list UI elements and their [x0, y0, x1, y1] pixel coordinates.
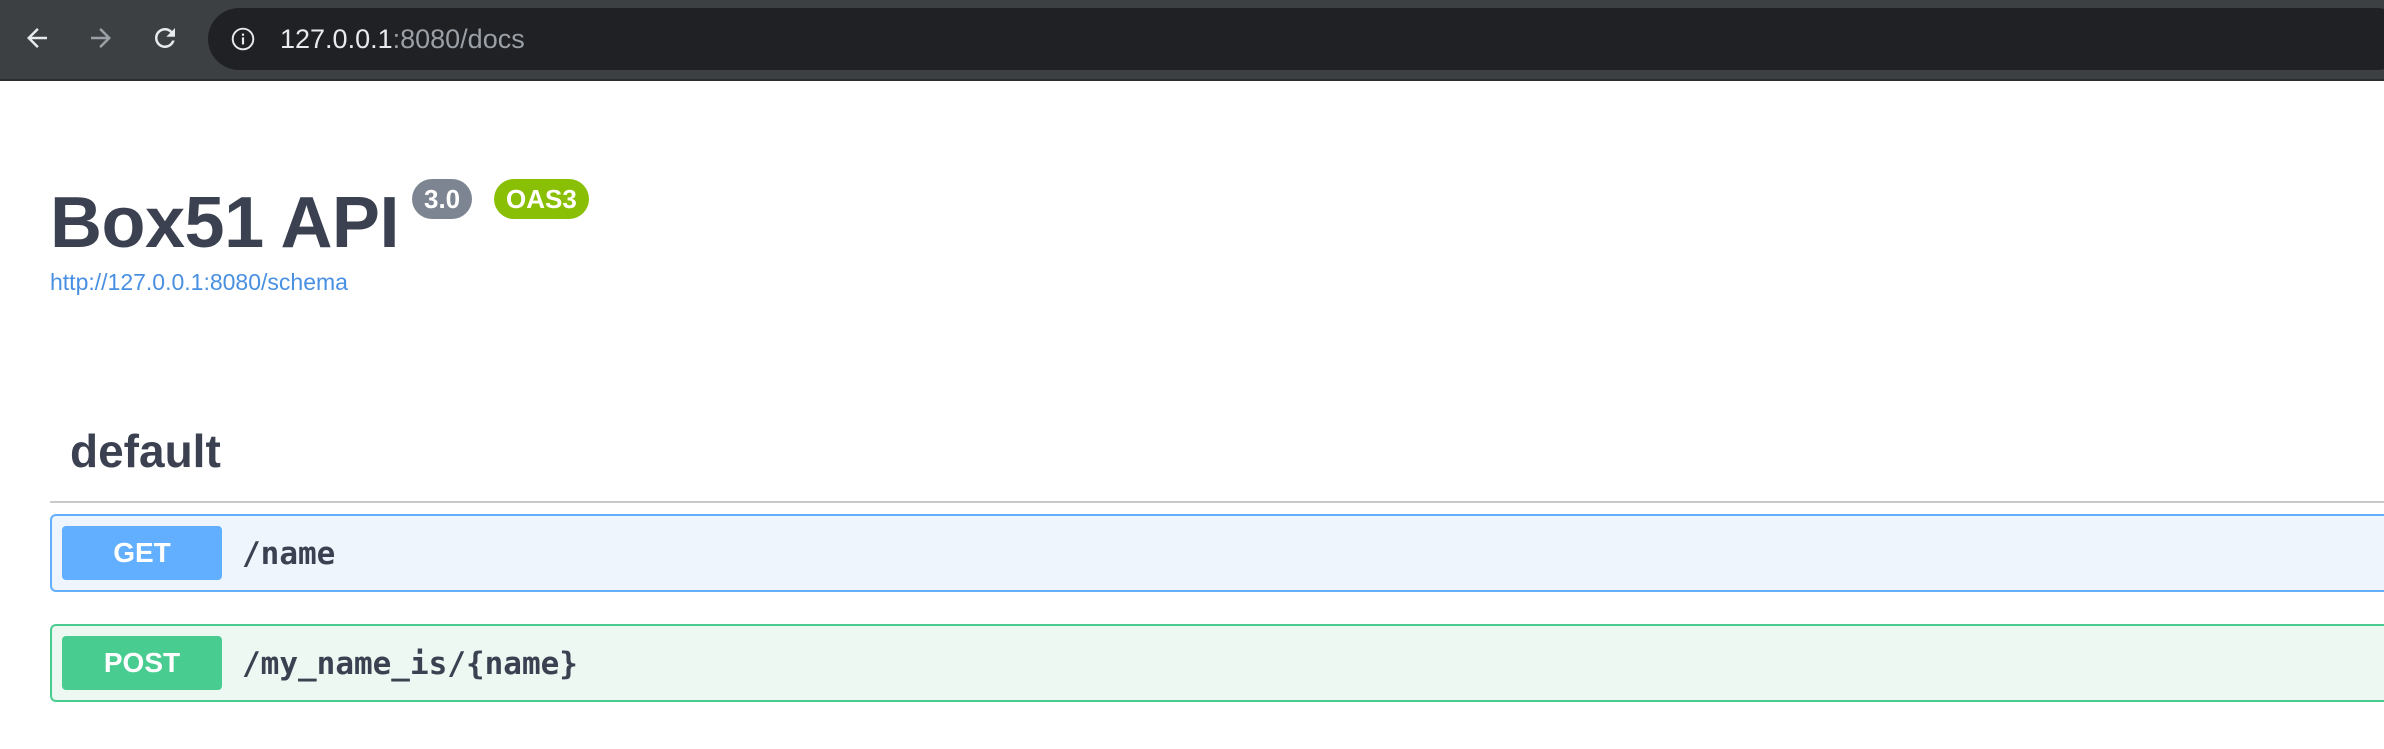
arrow-left-icon: [22, 23, 52, 53]
section-title[interactable]: default: [70, 423, 221, 479]
forward-button[interactable]: [79, 16, 123, 60]
method-badge-post: POST: [62, 636, 222, 690]
version-badge: 3.0: [412, 179, 473, 219]
swagger-page: Box51 API 3.0 OAS3 http://127.0.0.1:8080…: [0, 83, 2384, 749]
url-host: 127.0.0.1: [280, 24, 393, 54]
operation-post-my-name-is[interactable]: POST /my_name_is/{name}: [50, 624, 2384, 702]
operation-path: /my_name_is/{name}: [242, 646, 578, 682]
reload-button[interactable]: [143, 16, 187, 60]
browser-toolbar: 127.0.0.1:8080/docs: [0, 0, 2384, 81]
url-path: :8080/docs: [392, 24, 525, 54]
schema-link[interactable]: http://127.0.0.1:8080/schema: [50, 269, 348, 296]
method-badge-get: GET: [62, 526, 222, 580]
back-button[interactable]: [15, 16, 59, 60]
api-title: Box51 API: [50, 183, 399, 263]
url-text[interactable]: 127.0.0.1:8080/docs: [280, 23, 525, 55]
arrow-right-icon: [86, 23, 116, 53]
section-divider: [50, 501, 2384, 503]
oas-badge: OAS3: [494, 179, 589, 219]
operation-path: /name: [242, 536, 336, 572]
reload-icon: [150, 23, 180, 53]
address-bar[interactable]: 127.0.0.1:8080/docs: [208, 8, 2384, 70]
site-info-icon[interactable]: [230, 26, 256, 52]
operation-get-name[interactable]: GET /name: [50, 514, 2384, 592]
